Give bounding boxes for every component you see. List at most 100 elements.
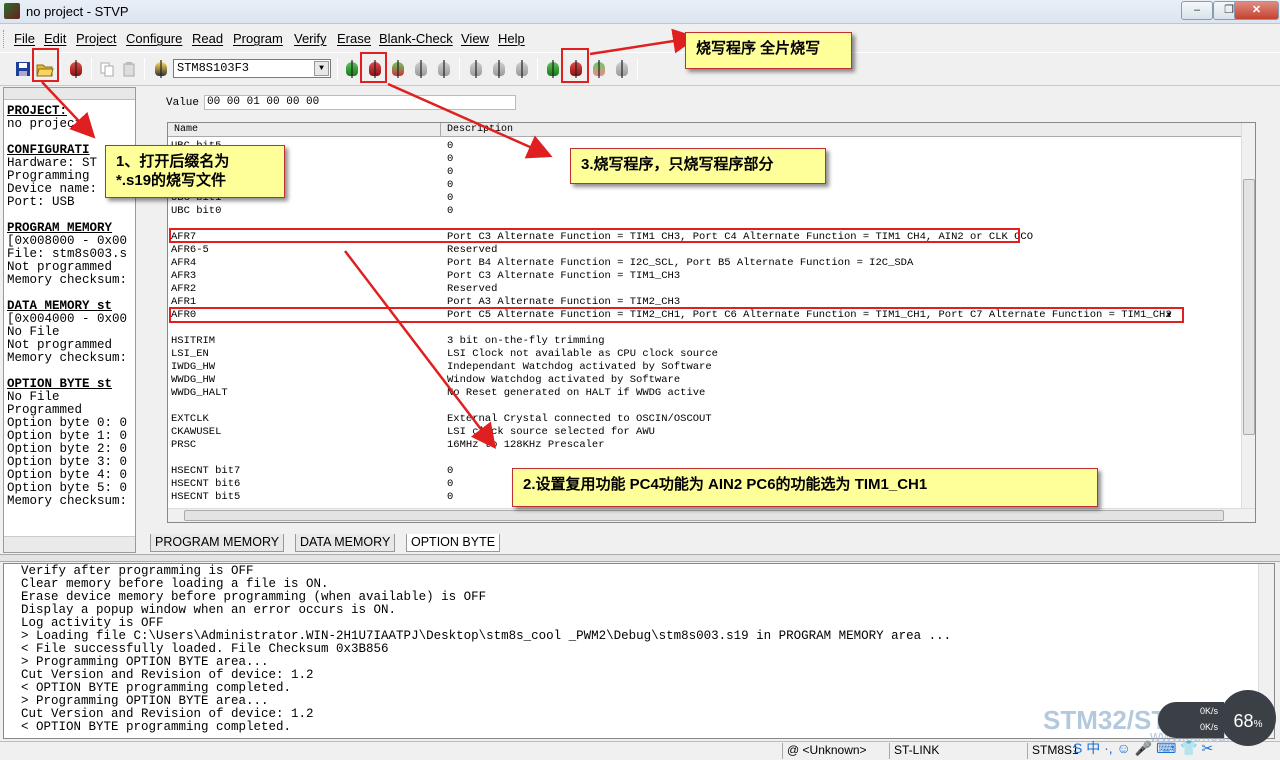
column-name[interactable]: Name: [174, 124, 198, 135]
row-description[interactable]: Port C3 Alternate Function = TIM1_CH3: [447, 270, 680, 283]
row-description[interactable]: Window Watchdog activated by Software: [447, 374, 680, 387]
row-description[interactable]: 0: [447, 140, 453, 153]
row-description[interactable]: LSI clock source selected for AWU: [447, 426, 655, 439]
ime-toolbar[interactable]: S 中 ·, ☺ 🎤 ⌨ 👕 ✂: [1073, 738, 1213, 758]
row-description[interactable]: Reserved: [447, 283, 497, 296]
row-description[interactable]: 0: [447, 153, 453, 166]
row-description[interactable]: 16MHz to 128KHz Prescaler: [447, 439, 605, 452]
menu-erase[interactable]: Erase: [337, 31, 371, 46]
afr0-row-highlight: [169, 307, 1184, 323]
row-description[interactable]: Reserved: [447, 244, 497, 257]
row-description[interactable]: 0: [447, 166, 453, 179]
grey-tool-icon[interactable]: [488, 58, 510, 80]
row-name: AFR6-5: [171, 244, 209, 256]
menu-verify[interactable]: Verify: [294, 31, 327, 46]
minimize-button[interactable]: ‒: [1181, 1, 1213, 20]
toolbar-separator: [637, 58, 638, 80]
menu-project[interactable]: Project: [76, 31, 116, 46]
grid-row[interactable]: [168, 452, 1242, 465]
scroll-thumb[interactable]: [184, 510, 1224, 521]
menu-configure[interactable]: Configure: [126, 31, 182, 46]
row-description[interactable]: Port B4 Alternate Function = I2C_SCL, Po…: [447, 257, 913, 270]
erase-all-icon[interactable]: [611, 58, 633, 80]
row-description[interactable]: Independant Watchdog activated by Softwa…: [447, 361, 712, 374]
network-speed-widget: 0K/s 0K/s: [1158, 702, 1224, 738]
row-name: HSITRIM: [171, 335, 216, 347]
tab-option-byte[interactable]: OPTION BYTE: [406, 534, 501, 552]
memory-usage-gauge[interactable]: 68%: [1220, 690, 1276, 746]
row-description[interactable]: LSI Clock not available as CPU clock sou…: [447, 348, 718, 361]
menu-edit[interactable]: Edit: [44, 31, 66, 46]
tab-data-memory[interactable]: DATA MEMORY: [295, 534, 396, 552]
device-select[interactable]: STM8S103F3 ▼: [173, 59, 331, 78]
grid-row[interactable]: WWDG_HALT No Reset generated on HALT if W…: [168, 387, 1242, 400]
scroll-thumb[interactable]: [1243, 179, 1255, 435]
pane-splitter[interactable]: [0, 554, 1280, 562]
row-description[interactable]: 0: [447, 491, 453, 504]
menu-help[interactable]: Help: [498, 31, 525, 46]
value-label: Value: [166, 97, 200, 109]
grid-row[interactable]: [168, 400, 1242, 413]
verify-all-icon[interactable]: [588, 58, 610, 80]
device-select-value: STM8S103F3: [177, 61, 250, 75]
copy-icon[interactable]: [96, 58, 118, 80]
row-name: CKAWUSEL: [171, 426, 222, 438]
grid-row[interactable]: AFR2 Reserved: [168, 283, 1242, 296]
grid-row[interactable]: [168, 322, 1242, 335]
gauge-value: 68: [1233, 711, 1254, 731]
status-unknown: @ <Unknown>: [782, 743, 888, 759]
grid-row[interactable]: UBC bit1 0: [168, 192, 1242, 205]
grey-tool-icon[interactable]: [465, 58, 487, 80]
paste-icon[interactable]: [118, 58, 140, 80]
horizontal-scrollbar[interactable]: [168, 508, 1255, 522]
chevron-down-icon[interactable]: ▼: [314, 61, 329, 76]
row-description[interactable]: External Crystal connected to OSCIN/OSCO…: [447, 413, 712, 426]
row-name: IWDG_HW: [171, 361, 216, 373]
ime-icons[interactable]: S 中 ·, ☺ 🎤 ⌨ 👕 ✂: [1073, 740, 1213, 756]
grid-row[interactable]: AFR3 Port C3 Alternate Function = TIM1_CH…: [168, 270, 1242, 283]
row-description[interactable]: 0: [447, 465, 453, 478]
vertical-scrollbar[interactable]: [1241, 123, 1255, 509]
grid-row[interactable]: IWDG_HW Independant Watchdog activated by…: [168, 361, 1242, 374]
toolbar-separator: [459, 58, 460, 80]
stvp-app-icon: [4, 3, 20, 19]
grid-row[interactable]: PRSC 16MHz to 128KHz Prescaler: [168, 439, 1242, 452]
grid-row[interactable]: EXTCLK External Crystal connected to OSCI…: [168, 413, 1242, 426]
row-description[interactable]: 0: [447, 179, 453, 192]
menu-view[interactable]: View: [461, 31, 489, 46]
close-button[interactable]: ✕: [1234, 1, 1279, 20]
horizontal-scrollbar[interactable]: [4, 536, 135, 552]
row-description[interactable]: 0: [447, 205, 453, 218]
connect-icon[interactable]: [65, 58, 87, 80]
info-line: no project: [7, 117, 83, 131]
menu-program[interactable]: Program: [233, 31, 283, 46]
menu-file[interactable]: File: [14, 31, 35, 46]
grid-row[interactable]: CKAWUSEL LSI clock source selected for AW…: [168, 426, 1242, 439]
grid-row[interactable]: WWDG_HW Window Watchdog activated by Soft…: [168, 374, 1242, 387]
row-description[interactable]: 0: [447, 478, 453, 491]
column-description[interactable]: Description: [447, 124, 513, 135]
grid-row[interactable]: UBC bit0 0: [168, 205, 1242, 218]
menu-grip: [3, 30, 6, 48]
grid-row[interactable]: LSI_EN LSI Clock not available as CPU clo…: [168, 348, 1242, 361]
menu-read[interactable]: Read: [192, 31, 223, 46]
grid-row[interactable]: AFR6-5 Reserved: [168, 244, 1242, 257]
save-icon[interactable]: [12, 58, 34, 80]
blank-check-current-tab-icon[interactable]: [433, 58, 455, 80]
grid-row[interactable]: HSITRIM 3 bit on-the-fly trimming: [168, 335, 1242, 348]
row-description[interactable]: 3 bit on-the-fly trimming: [447, 335, 605, 348]
column-divider[interactable]: [440, 123, 441, 137]
row-name: HSECNT bit5: [171, 491, 241, 503]
row-description[interactable]: No Reset generated on HALT if WWDG activ…: [447, 387, 705, 400]
menu-blank-check[interactable]: Blank-Check: [379, 31, 453, 46]
value-field[interactable]: 00 00 01 00 00 00: [204, 95, 516, 110]
panel-header: [4, 88, 135, 100]
erase-current-tab-icon[interactable]: [410, 58, 432, 80]
tab-program-memory[interactable]: PROGRAM MEMORY: [150, 534, 285, 552]
row-name: PRSC: [171, 439, 197, 451]
grey-tool-icon[interactable]: [511, 58, 533, 80]
verify-current-tab-icon[interactable]: [387, 58, 409, 80]
row-description[interactable]: 0: [447, 192, 453, 205]
grid-row[interactable]: AFR4 Port B4 Alternate Function = I2C_SCL…: [168, 257, 1242, 270]
callout-program-code: 3.烧写程序，只烧写程序部分: [570, 148, 826, 184]
